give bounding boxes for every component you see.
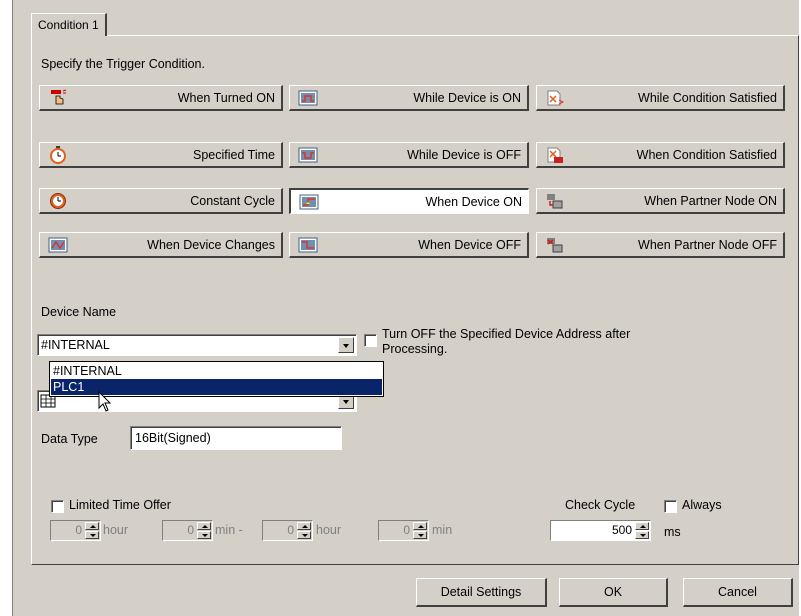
always-label: Always [682,498,722,512]
trigger-label: When Partner Node OFF [638,238,777,252]
check-cycle-spinner[interactable]: 500 [550,520,651,541]
trigger-when-turned-on-button[interactable]: When Turned ON [39,85,283,111]
trigger-while-device-off-button[interactable]: While Device is OFF [289,142,529,168]
trigger-label: While Device is ON [413,91,521,105]
trigger-when-device-changes-button[interactable]: When Device Changes [39,232,283,258]
end-hour-spinner[interactable]: 0 [262,520,313,541]
trigger-label: When Device ON [425,195,522,209]
trigger-when-partner-node-off-button[interactable]: When Partner Node OFF [536,232,785,258]
start-hour-arrows[interactable] [85,522,99,539]
device-off-icon [298,147,318,163]
trigger-label: When Device OFF [418,238,521,252]
trigger-constant-cycle-button[interactable]: Constant Cycle [39,188,283,214]
end-min-arrows[interactable] [413,522,427,539]
partner-node-on-icon [547,194,563,209]
limited-time-label: Limited Time Offer [69,498,171,512]
start-min-value: 0 [187,523,194,537]
trigger-label: When Condition Satisfied [636,148,777,162]
check-cycle-value: 500 [611,523,632,537]
check-cycle-arrows[interactable] [635,522,649,539]
start-min-spinner[interactable]: 0 [162,520,213,541]
dialog-frame: Condition 1 Specify the Trigger Conditio… [12,0,799,616]
always-checkbox[interactable] [664,500,677,513]
end-min-spinner[interactable]: 0 [378,520,429,541]
device-name-combo[interactable]: #INTERNAL [37,334,357,356]
limited-time-checkbox[interactable] [51,500,64,513]
trigger-label: Constant Cycle [190,194,275,208]
trigger-while-condition-satisfied-button[interactable]: While Condition Satisfied [536,85,785,111]
cycle-clock-icon [50,193,66,209]
trigger-when-partner-node-on-button[interactable]: When Partner Node ON [536,188,785,214]
check-cycle-unit: ms [664,525,681,539]
trigger-label: When Turned ON [177,91,275,105]
device-name-dropdown-button[interactable] [338,337,354,353]
condition-icon [547,90,565,106]
partner-node-off-icon [547,238,563,253]
device-name-label: Device Name [41,305,117,319]
start-hour-value: 0 [75,523,82,537]
device-change-icon [48,237,68,253]
end-hour-unit: hour [316,523,342,537]
device-on-icon [298,90,318,106]
trigger-label: When Partner Node ON [644,194,777,208]
end-hour-arrows[interactable] [297,522,311,539]
tab-condition-1[interactable]: Condition 1 [31,13,107,36]
start-hour-unit: hour [103,523,129,537]
condition-panel [31,35,799,565]
frame-border [12,0,13,616]
device-fall-icon [298,237,318,253]
instruction-text: Specify the Trigger Condition. [41,57,205,71]
end-min-unit: min [432,523,453,537]
end-hour-value: 0 [287,523,294,537]
ok-button[interactable]: OK [559,578,668,607]
trigger-label: When Device Changes [147,238,275,252]
detail-settings-button[interactable]: Detail Settings [416,578,547,607]
cancel-button[interactable]: Cancel [683,578,793,607]
trigger-when-device-on-button[interactable]: When Device ON [289,188,529,214]
turn-off-label-line2: Processing. [382,342,448,356]
turn-off-label-line1: Turn OFF the Specified Device Address af… [382,327,631,341]
hand-touch-icon [51,89,67,105]
data-type-value: 16Bit(Signed) [135,431,211,445]
start-min-arrows[interactable] [197,522,211,539]
condition-ok-icon [547,147,563,163]
turn-off-checkbox[interactable] [364,334,377,347]
turn-off-label: Turn OFF the Specified Device Address af… [382,327,630,357]
trigger-label: While Device is OFF [407,148,521,162]
start-min-unit: min - [215,523,243,537]
data-type-label: Data Type [41,432,98,446]
trigger-label: Specified Time [193,148,275,162]
dropdown-option-internal[interactable]: #INTERNAL [51,363,382,379]
device-name-value: #INTERNAL [41,338,110,352]
stopwatch-icon [50,146,66,164]
mouse-cursor-icon [98,391,112,412]
device-rise-icon [299,194,319,210]
trigger-while-device-on-button[interactable]: While Device is ON [289,85,529,111]
trigger-label: While Condition Satisfied [638,91,777,105]
trigger-when-device-off-button[interactable]: When Device OFF [289,232,529,258]
check-cycle-label: Check Cycle [565,498,636,512]
data-type-field[interactable]: 16Bit(Signed) [130,426,342,450]
start-hour-spinner[interactable]: 0 [50,520,101,541]
trigger-specified-time-button[interactable]: Specified Time [39,142,283,168]
end-min-value: 0 [403,523,410,537]
trigger-when-condition-satisfied-button[interactable]: When Condition Satisfied [536,142,785,168]
